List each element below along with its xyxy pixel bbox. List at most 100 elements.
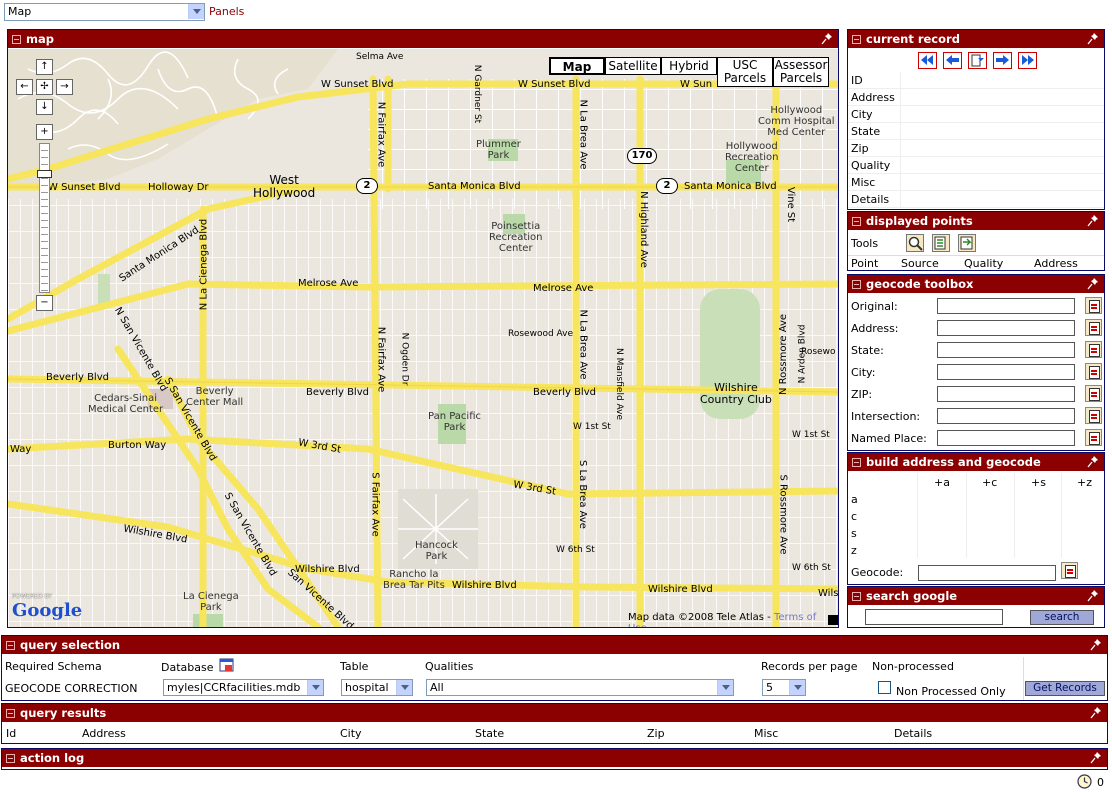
zoom-to-points-icon[interactable]: [906, 234, 924, 252]
minimize-icon[interactable]: [852, 457, 861, 467]
map-label: S Rossmore Ave: [777, 474, 789, 555]
required-schema-value: GEOCODE CORRECTION: [5, 682, 138, 695]
minimize-icon[interactable]: [6, 640, 15, 650]
map-label: Beverly Blvd: [306, 387, 369, 398]
map-label: Beverly Blvd: [533, 387, 596, 398]
chevron-down-icon[interactable]: [789, 680, 805, 695]
list-points-icon[interactable]: [932, 234, 950, 252]
pin-icon[interactable]: [821, 32, 833, 45]
geocode-state-button[interactable]: [1085, 341, 1102, 358]
row-label: c: [851, 510, 858, 523]
zip-input[interactable]: [937, 386, 1075, 402]
pin-icon[interactable]: [1090, 638, 1102, 651]
pan-left-button[interactable]: ←: [16, 79, 33, 95]
pan-down-button[interactable]: ↓: [36, 99, 53, 115]
map-label: Beverly Blvd: [46, 372, 109, 383]
goto-record-icon[interactable]: [968, 52, 987, 69]
map-label: N Mansfield Ave: [614, 347, 625, 421]
minimize-icon[interactable]: [12, 34, 21, 44]
map-label: W 6th St: [556, 545, 595, 555]
minimize-icon[interactable]: [852, 279, 861, 289]
chevron-down-icon[interactable]: [307, 680, 323, 695]
geocode-zip-button[interactable]: [1085, 385, 1102, 402]
pin-icon[interactable]: [1087, 589, 1099, 602]
qualities-select[interactable]: All: [426, 679, 734, 696]
minimize-icon[interactable]: [852, 591, 861, 601]
map-type-satellite[interactable]: Satellite: [605, 57, 661, 75]
next-record-icon[interactable]: [993, 52, 1012, 69]
map-label: W Sunset Blvd: [518, 79, 591, 90]
last-record-icon[interactable]: [1018, 52, 1037, 69]
panels-link[interactable]: Panels: [209, 5, 244, 18]
map-type-usc-parcels[interactable]: USC Parcels: [717, 57, 773, 87]
map-label: Hollywood Comm Hospital Med Center: [758, 105, 835, 138]
row-label: z: [851, 544, 857, 557]
chevron-down-icon[interactable]: [396, 680, 412, 695]
named-place-label: Named Place:: [851, 432, 927, 445]
pin-icon[interactable]: [1087, 214, 1099, 227]
zoom-slider-track[interactable]: [39, 143, 50, 293]
get-records-button[interactable]: Get Records: [1025, 681, 1105, 696]
map-label: Wilshire Blvd: [295, 564, 360, 575]
zoom-slider-handle[interactable]: [37, 170, 52, 178]
geocode-city-button[interactable]: [1085, 363, 1102, 380]
pan-right-button[interactable]: →: [56, 79, 73, 95]
records-per-page-select[interactable]: 5: [762, 679, 806, 696]
state-input[interactable]: [937, 342, 1075, 358]
build-address-header: build address and geocode: [848, 453, 1104, 471]
highway-shield: 2: [656, 178, 678, 194]
google-search-input[interactable]: [865, 609, 1003, 625]
map-type-map[interactable]: Map: [549, 57, 605, 75]
column-header: +s: [1031, 476, 1046, 489]
minimize-icon[interactable]: [852, 216, 861, 226]
first-record-icon[interactable]: [918, 52, 937, 69]
pin-icon[interactable]: [1090, 706, 1102, 719]
zoom-out-button[interactable]: −: [36, 295, 53, 311]
map-type-hybrid[interactable]: Hybrid: [661, 57, 717, 75]
record-nav: [918, 52, 1037, 70]
pan-up-button[interactable]: ↑: [36, 59, 53, 75]
geocode-build-button[interactable]: [1061, 562, 1078, 579]
minimize-icon[interactable]: [852, 34, 861, 44]
geocode-original-button[interactable]: [1085, 297, 1102, 314]
address-input[interactable]: [937, 320, 1075, 336]
original-input[interactable]: [937, 298, 1075, 314]
panel-title: displayed points: [866, 214, 973, 228]
table-select[interactable]: hospital: [341, 679, 413, 696]
zoom-in-button[interactable]: +: [36, 124, 53, 140]
map-label: Cedars-Sinai Medical Center: [88, 393, 164, 415]
database-browse-icon[interactable]: [219, 657, 235, 673]
google-search-button[interactable]: search: [1030, 610, 1094, 625]
pin-icon[interactable]: [1090, 751, 1102, 764]
map-label: Way: [10, 444, 32, 455]
map-canvas[interactable]: Selma Ave W Sunset Blvd W Sunset Blvd W …: [8, 49, 838, 627]
city-input[interactable]: [937, 364, 1075, 380]
geocode-address-button[interactable]: [1085, 319, 1102, 336]
pan-center-button[interactable]: ✢: [36, 79, 53, 95]
database-select[interactable]: myles|CCRfacilities.mdb: [163, 679, 324, 696]
address-label: Address:: [851, 322, 899, 335]
column-header: Zip: [647, 727, 665, 740]
pin-icon[interactable]: [1087, 455, 1099, 468]
map-label: N Arden Blvd: [797, 324, 808, 384]
chevron-down-icon[interactable]: [717, 680, 733, 695]
minimize-icon[interactable]: [6, 708, 15, 718]
geocode-named-place-button[interactable]: [1085, 429, 1102, 446]
highway-shield: 2: [356, 178, 378, 194]
geocode-intersection-button[interactable]: [1085, 407, 1102, 424]
prev-record-icon[interactable]: [943, 52, 962, 69]
map-type-assessor-parcels[interactable]: Assessor Parcels: [773, 57, 829, 87]
pin-icon[interactable]: [1087, 277, 1099, 290]
intersection-input[interactable]: [937, 408, 1075, 424]
export-points-icon[interactable]: [958, 234, 976, 252]
view-select[interactable]: Map: [4, 3, 205, 21]
named-place-input[interactable]: [937, 430, 1075, 446]
pin-icon[interactable]: [1087, 32, 1099, 45]
map-panel-header: map: [8, 30, 838, 48]
map-label: Rosewood Ave: [508, 329, 574, 339]
action-log-header: action log: [2, 749, 1107, 767]
chevron-down-icon[interactable]: [188, 4, 204, 19]
minimize-icon[interactable]: [6, 753, 15, 763]
nonprocessed-checkbox[interactable]: [878, 681, 891, 694]
geocode-input[interactable]: [918, 565, 1056, 581]
